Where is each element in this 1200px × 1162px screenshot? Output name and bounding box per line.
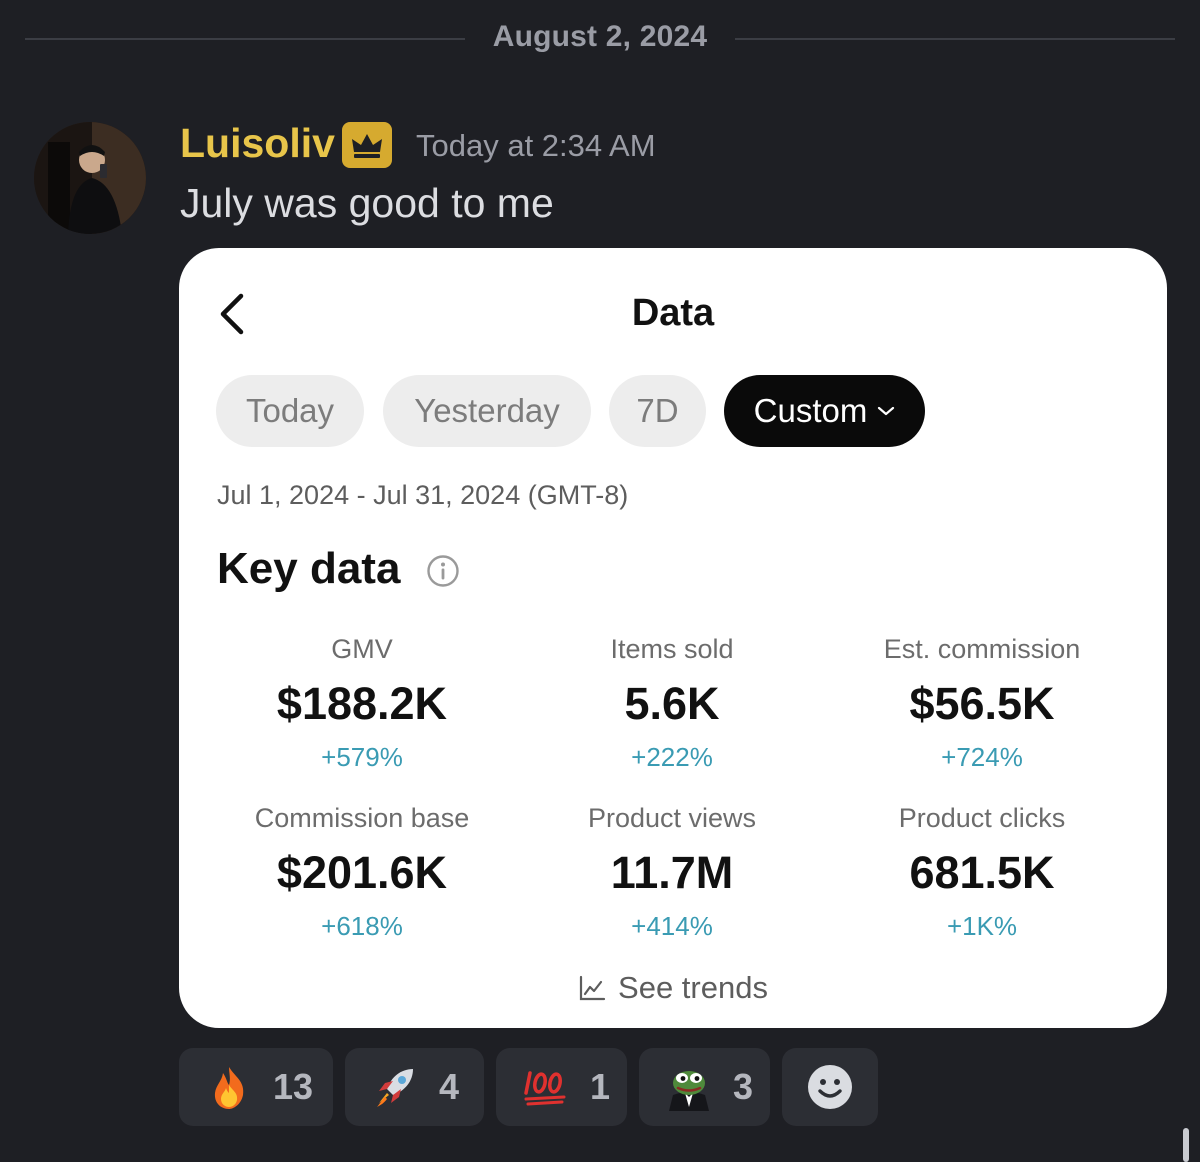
tab-label: Custom [753, 392, 868, 429]
tab-label: Yesterday [414, 392, 560, 429]
username[interactable]: Luisoliv [180, 120, 335, 167]
see-trends-link[interactable]: See trends [179, 970, 1167, 1006]
metric-change: +618% [321, 911, 403, 941]
hundred-points-icon [522, 1063, 570, 1111]
metric-est-commission[interactable]: Est. commission $56.5K +724% [827, 634, 1137, 773]
metric-change: +414% [631, 911, 713, 941]
info-icon[interactable] [426, 554, 460, 588]
metric-value: 11.7M [610, 847, 734, 898]
reaction-count: 3 [733, 1066, 754, 1107]
metric-change: +724% [941, 742, 1023, 772]
metric-value: 681.5K [909, 847, 1055, 898]
crown-icon [342, 122, 392, 168]
section-title: Key data [217, 544, 401, 593]
metric-change: +222% [631, 742, 713, 772]
metric-product-clicks[interactable]: Product clicks 681.5K +1K% [827, 803, 1137, 942]
chat-view: August 2, 2024 Luisoliv Today at 2:34 AM… [0, 0, 1200, 1162]
divider-line-right [735, 38, 1175, 40]
date-divider: August 2, 2024 [25, 20, 1175, 58]
date-range: Jul 1, 2024 - Jul 31, 2024 (GMT-8) [217, 480, 629, 510]
metric-label: GMV [331, 634, 393, 664]
reaction-rocket[interactable]: 4 [345, 1048, 484, 1126]
reaction-count: 4 [439, 1066, 460, 1107]
metric-change: +579% [321, 742, 403, 772]
metric-label: Items sold [610, 634, 734, 664]
metric-product-views[interactable]: Product views 11.7M +414% [517, 803, 827, 942]
metric-value: $56.5K [909, 678, 1055, 729]
line-chart-icon [579, 975, 606, 1001]
metric-label: Commission base [254, 803, 470, 833]
tab-yesterday[interactable]: Yesterday [383, 375, 591, 447]
reaction-fire[interactable]: 13 [179, 1048, 333, 1126]
reaction-count: 13 [273, 1066, 314, 1107]
message-text: July was good to me [180, 180, 554, 226]
metric-value: $188.2K [276, 678, 448, 729]
metric-gmv[interactable]: GMV $188.2K +579% [207, 634, 517, 773]
metric-value: 5.6K [624, 678, 720, 729]
smiley-icon [808, 1065, 852, 1109]
metric-change: +1K% [946, 911, 1018, 941]
metric-label: Product clicks [898, 803, 1066, 833]
reaction-count: 1 [590, 1066, 611, 1107]
embedded-screenshot-card[interactable]: Data Today Yesterday 7D Custom Jul 1, 20… [179, 248, 1167, 1028]
scrollbar-thumb[interactable] [1183, 1128, 1189, 1162]
chevron-down-icon [878, 406, 895, 416]
metric-label: Product views [587, 803, 757, 833]
tab-today[interactable]: Today [216, 375, 364, 447]
message-timestamp[interactable]: Today at 2:34 AM [416, 128, 656, 164]
pepe-tuxedo-icon [665, 1063, 713, 1111]
metric-items-sold[interactable]: Items sold 5.6K +222% [517, 634, 827, 773]
rocket-icon [371, 1063, 419, 1111]
tab-label: 7D [636, 392, 679, 429]
divider-date: August 2, 2024 [492, 20, 708, 53]
reaction-hundred[interactable]: 1 [496, 1048, 627, 1126]
metric-commission-base[interactable]: Commission base $201.6K +618% [207, 803, 517, 942]
metric-value: $201.6K [276, 847, 448, 898]
metric-label: Est. commission [883, 634, 1081, 664]
tab-label: Today [245, 392, 335, 429]
add-reaction-button[interactable] [782, 1048, 878, 1126]
tab-7d[interactable]: 7D [609, 375, 706, 447]
reaction-pepe[interactable]: 3 [639, 1048, 770, 1126]
card-title: Data [631, 292, 715, 334]
see-trends-label: See trends [618, 970, 768, 1005]
avatar[interactable] [34, 122, 146, 234]
fire-icon [205, 1063, 253, 1111]
tab-custom[interactable]: Custom [724, 375, 925, 447]
